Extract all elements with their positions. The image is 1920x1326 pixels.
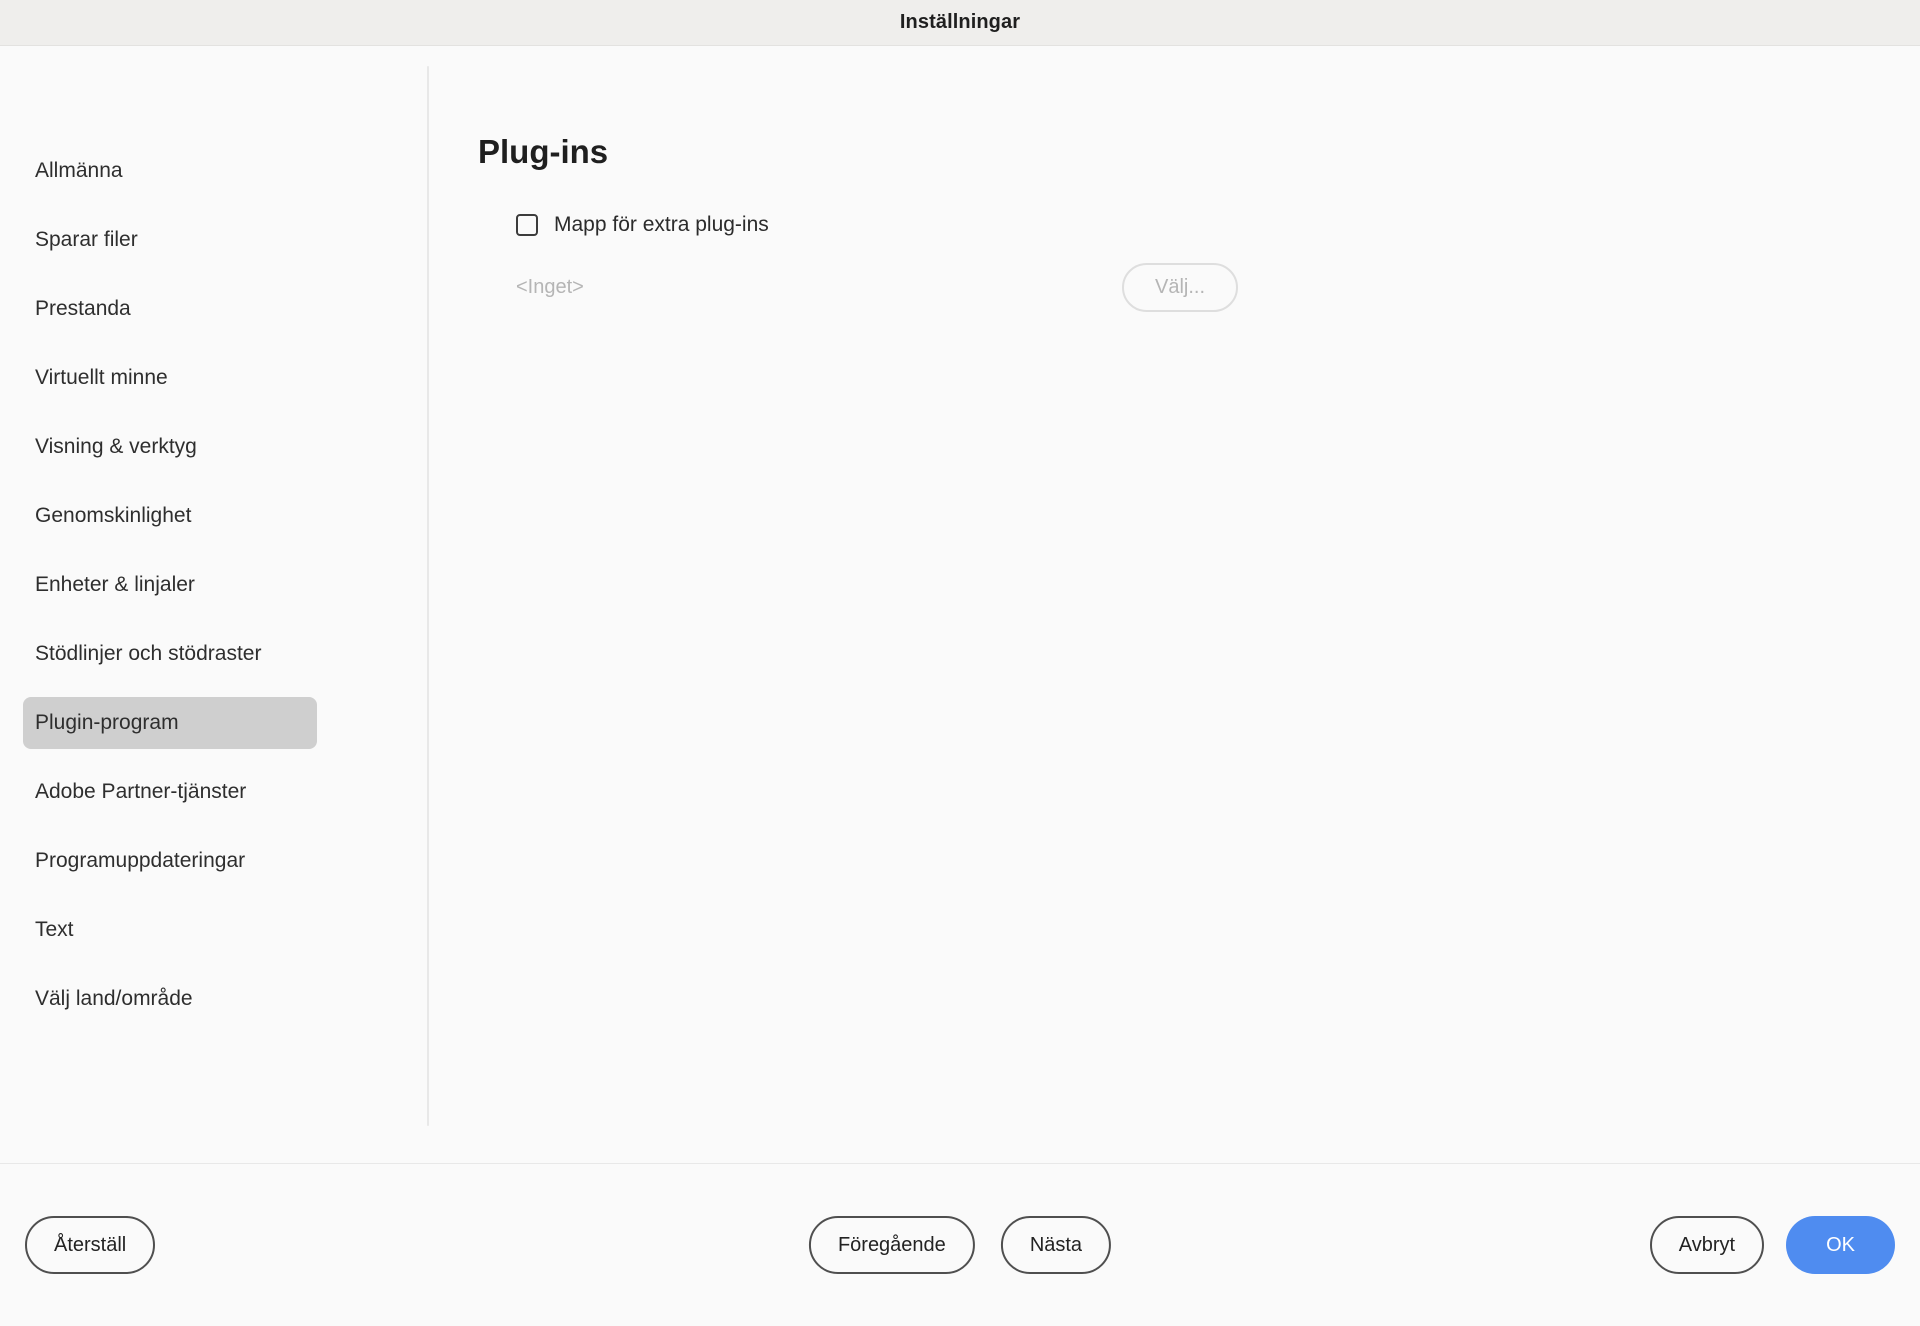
footer-right-group: Avbryt OK [1649,1216,1895,1274]
dialog-footer: Återställ Föregående Nästa Avbryt OK [0,1164,1920,1326]
sidebar-item-virtuellt-minne[interactable]: Virtuellt minne [23,352,317,404]
preferences-dialog: Inställningar Allmänna Sparar filer Pres… [0,0,1920,1326]
sidebar-item-label: Text [35,917,74,941]
plugins-folder-path-row: <Inget> Välj... [516,263,1238,313]
sidebar-item-prestanda[interactable]: Prestanda [23,283,317,335]
sidebar-item-plugin-program[interactable]: Plugin-program [23,696,317,749]
sidebar-item-label: Sparar filer [35,227,138,251]
sidebar-item-label: Genomskinlighet [35,503,192,527]
sidebar-item-label: Enheter & linjaler [35,572,195,596]
sidebar-item-label: Allmänna [35,158,123,182]
sidebar-list: Allmänna Sparar filer Prestanda Virtuell… [0,136,427,1033]
sidebar-item-label: Prestanda [35,296,131,320]
sidebar-item-genomskinlighet[interactable]: Genomskinlighet [23,490,317,542]
ok-button[interactable]: OK [1786,1216,1895,1274]
window-title: Inställningar [899,11,1021,33]
sidebar-item-label: Programuppdateringar [35,848,246,872]
title-bar: Inställningar [0,0,1920,46]
sidebar-item-label: Stödlinjer och stödraster [35,641,262,665]
extra-plugins-folder-checkbox[interactable] [516,214,538,237]
cancel-button[interactable]: Avbryt [1649,1216,1765,1274]
sidebar-item-text[interactable]: Text [23,904,317,956]
dialog-body: Allmänna Sparar filer Prestanda Virtuell… [0,46,1920,1163]
sidebar-item-visning-verktyg[interactable]: Visning & verktyg [23,421,317,473]
sidebar-item-enheter-linjaler[interactable]: Enheter & linjaler [23,559,317,611]
sidebar-item-valj-land-omrade[interactable]: Välj land/område [23,973,317,1025]
sidebar-item-programuppdateringar[interactable]: Programuppdateringar [23,835,317,887]
sidebar-item-stodlinjer-stodraster[interactable]: Stödlinjer och stödraster [23,628,317,680]
next-button[interactable]: Nästa [1000,1216,1112,1274]
sidebar-item-label: Välj land/område [35,986,193,1010]
settings-content-panel: Plug-ins Mapp för extra plug-ins <Inget>… [427,46,1920,1163]
sidebar-item-allmanna[interactable]: Allmänna [23,145,317,197]
sidebar-item-label: Adobe Partner-tjänster [35,779,247,803]
sidebar-item-label: Virtuellt minne [35,365,168,389]
sidebar-item-label: Visning & verktyg [35,434,197,458]
footer-center-group: Föregående Nästa [808,1216,1112,1274]
settings-sidebar: Allmänna Sparar filer Prestanda Virtuell… [0,46,427,1163]
sidebar-item-label: Plugin-program [35,710,179,734]
page-title: Plug-ins [478,133,609,170]
extra-plugins-folder-row[interactable]: Mapp för extra plug-ins [516,210,1920,240]
extra-plugins-folder-label: Mapp för extra plug-ins [554,213,769,237]
previous-button[interactable]: Föregående [808,1216,975,1274]
sidebar-item-adobe-partner-tjanster[interactable]: Adobe Partner-tjänster [23,766,317,818]
plugins-folder-path-value: <Inget> [516,276,584,299]
sidebar-item-sparar-filer[interactable]: Sparar filer [23,214,317,266]
footer-left-group: Återställ [25,1216,156,1274]
choose-folder-button[interactable]: Välj... [1122,263,1238,313]
reset-button[interactable]: Återställ [25,1216,156,1274]
